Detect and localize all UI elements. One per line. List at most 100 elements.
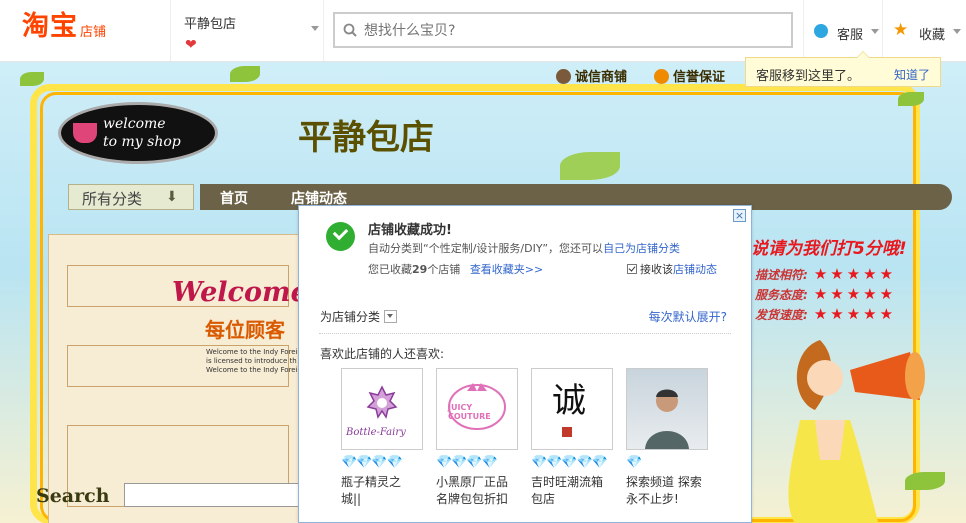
welcome-sign-line1: welcome	[103, 116, 166, 132]
red-seal-icon	[562, 427, 572, 437]
rating-row: 服务态度: ★★★★★	[755, 285, 896, 305]
shop-news-link[interactable]: 店铺动态	[673, 263, 717, 276]
dialog-fav-count: 您已收藏29个店铺 查看收藏夹>>	[368, 261, 543, 277]
leaf-decoration	[230, 66, 260, 82]
trust-reputation-label: 信誉保证	[673, 70, 726, 85]
receive-news-checkbox-row[interactable]: 接收该店铺动态	[627, 261, 717, 277]
juicy-couture-text: JUICY COUTURE	[448, 403, 491, 421]
check-circle-icon	[326, 222, 355, 251]
custom-category-link[interactable]: 自己为店铺分类	[603, 242, 680, 255]
recommended-shop-name[interactable]: 瓶子精灵之城||	[341, 474, 421, 508]
cup-icon	[73, 123, 97, 143]
rating-promo: 说请为我们打5分哦!	[751, 239, 907, 259]
leaf-decoration	[898, 92, 924, 106]
chevron-down-icon	[311, 26, 319, 31]
man-photo	[645, 389, 689, 449]
rating-stars: ★★★★★	[813, 305, 897, 323]
diamond-rank-icons: 💎	[626, 455, 642, 470]
small-text-line: Welcome to the Indy Foreign	[206, 348, 307, 356]
shop-name: 平静包店	[184, 17, 237, 32]
customer-service-label: 客服	[837, 28, 864, 43]
banner-search-input[interactable]	[124, 483, 302, 507]
shop-thumbnail[interactable]: 诚	[531, 368, 613, 450]
trust-badge-integrity[interactable]: 诚信商铺	[556, 66, 627, 85]
leaf-decoration	[20, 72, 44, 86]
dropdown-icon[interactable]	[384, 310, 398, 323]
fav-count-suffix: 个店铺	[427, 263, 461, 276]
favorite-label: 收藏	[919, 28, 946, 43]
customer-service-button[interactable]: 客服	[803, 0, 882, 61]
auto-category-text: 自动分类到“个性定制/设计服务/DIY”，您还可以	[368, 242, 604, 255]
shop-ratings: 描述相符: ★★★★★ 服务态度: ★★★★★ 发货速度: ★★★★★	[755, 265, 896, 325]
tip-dismiss-link[interactable]: 知道了	[894, 66, 930, 83]
chevron-down-icon	[871, 29, 879, 34]
fav-count: 29	[412, 263, 428, 276]
all-categories-button[interactable]: 所有分类 ⬇	[68, 184, 194, 210]
welcome-sign-line2: to my shop	[103, 134, 181, 150]
rating-stars: ★★★★★	[813, 265, 897, 283]
logo-subtext: 店铺	[80, 25, 107, 40]
star-badge-icon	[654, 69, 669, 84]
nav-home[interactable]: 首页	[220, 188, 248, 208]
dialog-auto-category: 自动分类到“个性定制/设计服务/DIY”，您还可以自己为店铺分类	[368, 240, 680, 256]
recommended-shop-name[interactable]: 探索频道 探索永不止步!	[626, 474, 706, 508]
customer-service-tip: 客服移到这里了。 知道了	[745, 51, 941, 87]
default-expand-link[interactable]: 每次默认展开?	[649, 308, 727, 325]
recommended-shop-name[interactable]: 小黑原厂正品名牌包包折扣	[436, 474, 516, 508]
search-input[interactable]	[362, 19, 786, 43]
recommended-shop-name[interactable]: 吉时旺潮流箱包店	[531, 474, 611, 508]
chevron-down-icon	[953, 29, 961, 34]
close-icon[interactable]: ×	[733, 209, 746, 222]
small-text-line: is licensed to introduce th	[206, 357, 297, 365]
welcome-subtitle: 每位顾客	[205, 318, 285, 342]
heart-icon: ❤	[185, 37, 197, 53]
recommendation-item[interactable]: JUICY COUTURE 💎💎💎💎 小黑原厂正品名牌包包折扣	[436, 368, 522, 508]
category-label: 为店铺分类	[320, 310, 381, 324]
receive-news-checkbox[interactable]	[627, 264, 637, 274]
diamond-rank-icons: 💎💎💎💎	[341, 455, 403, 470]
small-text-block: Welcome to the Indy Foreign is licensed …	[206, 348, 306, 375]
view-favorites-link[interactable]: 查看收藏夹>>	[470, 263, 543, 276]
shop-thumbnail[interactable]: JUICY COUTURE	[436, 368, 518, 450]
trust-badge-reputation[interactable]: 信誉保证	[654, 66, 725, 85]
dialog-title: 店铺收藏成功!	[368, 223, 452, 238]
category-select[interactable]: 为店铺分类	[320, 308, 398, 325]
diamond-rank-icons: 💎💎💎💎💎	[531, 455, 608, 470]
top-bar: 淘宝 店铺 平静包店 ❤ 客服 ★ 收藏	[0, 0, 966, 62]
all-categories-label: 所有分类	[82, 190, 143, 208]
rating-label: 发货速度:	[755, 308, 808, 322]
also-like-label: 喜欢此店铺的人还喜欢:	[320, 347, 445, 361]
recommendation-item[interactable]: 诚 💎💎💎💎💎 吉时旺潮流箱包店	[531, 368, 617, 508]
taobao-logo[interactable]: 淘宝 店铺	[22, 12, 106, 42]
logo-text: 淘宝	[22, 11, 78, 42]
rating-row: 描述相符: ★★★★★	[755, 265, 896, 285]
recommendation-item[interactable]: Bottle-Fairy 💎💎💎💎 瓶子精灵之城||	[341, 368, 427, 508]
shop-thumbnail[interactable]: Bottle-Fairy	[341, 368, 423, 450]
search-box[interactable]	[333, 12, 793, 48]
calligraphy-text: 诚	[552, 381, 586, 421]
bottle-fairy-text: Bottle-Fairy	[346, 427, 406, 438]
search-art-label: Search	[36, 485, 110, 507]
rating-row: 发货速度: ★★★★★	[755, 305, 896, 325]
star-icon: ★	[893, 20, 909, 40]
shop-thumbnail[interactable]	[626, 368, 708, 450]
tip-text: 客服移到这里了。	[756, 69, 861, 84]
customer-service-icon	[814, 24, 828, 38]
favorite-success-dialog: × 店铺收藏成功! 自动分类到“个性定制/设计服务/DIY”，您还可以自己为店铺…	[298, 205, 752, 523]
rating-stars: ★★★★★	[813, 285, 897, 303]
rating-label: 服务态度:	[755, 288, 808, 302]
person-icon	[556, 69, 571, 84]
shop-title: 平静包店	[298, 118, 434, 158]
recommendation-item[interactable]: 💎 探索频道 探索永不止步!	[626, 368, 712, 508]
checkbox-label: 接收该	[640, 263, 673, 276]
girl-megaphone-illustration	[788, 340, 925, 523]
shop-selector[interactable]: 平静包店 ❤	[170, 0, 324, 61]
diamond-rank-icons: 💎💎💎💎	[436, 455, 498, 470]
small-text-line: Welcome to the Indy Foreign	[206, 366, 307, 374]
arrow-down-icon: ⬇	[166, 189, 178, 205]
rating-label: 描述相符:	[755, 268, 808, 282]
welcome-sign: welcome to my shop	[58, 102, 218, 164]
favorite-button[interactable]: ★ 收藏	[882, 0, 966, 61]
trust-integrity-label: 诚信商铺	[575, 70, 628, 85]
divider	[319, 333, 731, 334]
